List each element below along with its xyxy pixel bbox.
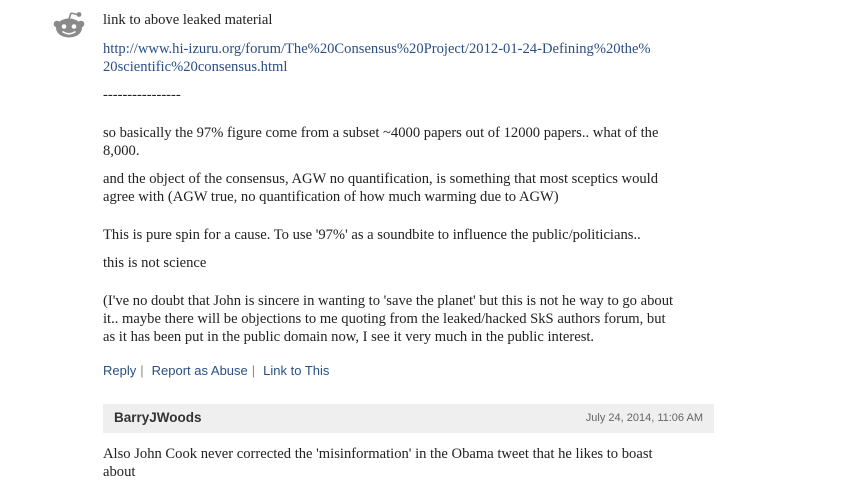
comment-paragraph-3: This is pure spin for a cause. To use '9…	[103, 227, 641, 243]
comment-paragraph-4: this is not science	[103, 255, 207, 271]
reply-author-name[interactable]: BarryJWoods	[114, 410, 202, 425]
actions-separator: |	[140, 363, 144, 378]
reply-header: BarryJWoods July 24, 2014, 11:06 AM	[103, 404, 714, 433]
comment-paragraph-5-line-2: it.. maybe there will be objections to m…	[103, 311, 666, 327]
divider-dashes: ----------------	[103, 87, 181, 103]
reddit-alien-icon	[52, 10, 86, 40]
comment-text-line: link to above leaked material	[103, 12, 273, 28]
comment-paragraph-1-line-2: 8,000.	[103, 143, 140, 159]
reply-text-line-1: Also John Cook never corrected the 'misi…	[103, 446, 653, 462]
leaked-material-link[interactable]: http://www.hi-izuru.org/forum/The%20Cons…	[103, 40, 651, 58]
comment-actions: Reply | Report as Abuse | Link to This	[103, 362, 329, 380]
actions-separator: |	[251, 363, 256, 378]
comment-paragraph-2-line-2: agree with (AGW true, no quantification …	[103, 189, 559, 205]
leaked-material-link-cont[interactable]: 20scientific%20consensus.html	[103, 58, 287, 76]
comment-paragraph-2-line-1: and the object of the consensus, AGW no …	[103, 171, 659, 187]
comment-paragraph-1-line-1: so basically the 97% figure come from a …	[103, 125, 659, 141]
reply-link[interactable]: Reply	[103, 363, 136, 378]
leaked-material-link-line-2[interactable]: 20scientific%20consensus.html	[103, 59, 287, 75]
reply-text-line-2: about	[103, 464, 136, 480]
reply-timestamp: July 24, 2014, 11:06 AM	[585, 412, 703, 424]
leaked-material-link-line-1[interactable]: http://www.hi-izuru.org/forum/The%20Cons…	[103, 41, 651, 57]
comment-paragraph-5-line-1: (I've no doubt that John is sincere in w…	[103, 293, 674, 309]
report-abuse-link[interactable]: Report as Abuse	[152, 363, 248, 378]
comment-paragraph-5-line-3: as it has been put in the public domain …	[103, 329, 595, 345]
link-to-this-link[interactable]: Link to This	[263, 363, 329, 378]
